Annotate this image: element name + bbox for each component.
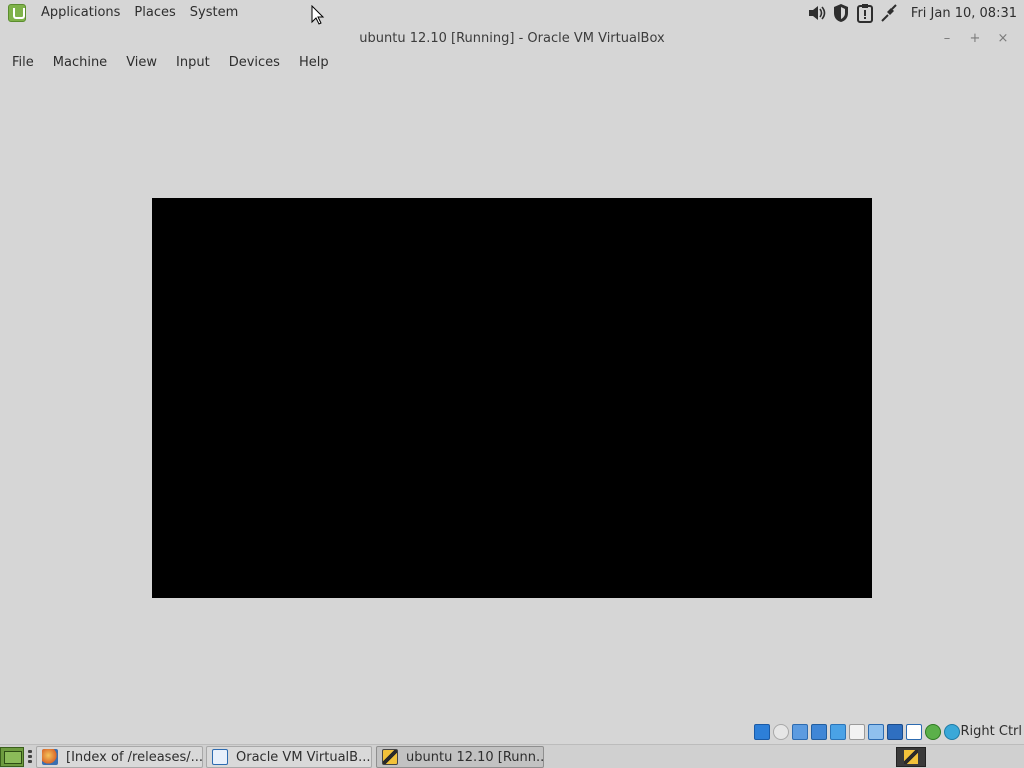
mouse-integration-icon[interactable] bbox=[925, 724, 941, 740]
menu-devices[interactable]: Devices bbox=[219, 52, 289, 74]
panel-handle[interactable] bbox=[28, 750, 32, 764]
usb-icon[interactable] bbox=[830, 724, 846, 740]
virtualbox-tray-icon[interactable] bbox=[896, 747, 926, 767]
menu-view[interactable]: View bbox=[116, 52, 166, 74]
audio-icon[interactable] bbox=[792, 724, 808, 740]
virtualbox-icon bbox=[212, 749, 228, 765]
mint-menu-icon[interactable] bbox=[8, 4, 26, 22]
network-icon[interactable] bbox=[811, 724, 827, 740]
places-menu[interactable]: Places bbox=[127, 0, 182, 26]
vm-screen[interactable] bbox=[152, 198, 872, 598]
system-tray: Fri Jan 10, 08:31 bbox=[807, 0, 1024, 26]
taskbar-item-label: ubuntu 12.10 [Runn... bbox=[406, 749, 544, 765]
shared-folders-icon[interactable] bbox=[849, 724, 865, 740]
vm-statusbar: Right Ctrl bbox=[0, 720, 1024, 744]
taskbar-item-virtualbox-manager[interactable]: Oracle VM VirtualB... bbox=[206, 746, 372, 768]
system-menu[interactable]: System bbox=[183, 0, 245, 26]
keyboard-icon[interactable] bbox=[944, 724, 960, 740]
menu-file[interactable]: File bbox=[0, 52, 43, 74]
virtualization-icon[interactable] bbox=[906, 724, 922, 740]
window-titlebar[interactable]: ubuntu 12.10 [Running] - Oracle VM Virtu… bbox=[0, 26, 1024, 52]
vm-display-area bbox=[0, 74, 1024, 720]
status-indicators bbox=[751, 724, 960, 740]
window-title: ubuntu 12.10 [Running] - Oracle VM Virtu… bbox=[359, 31, 665, 46]
close-button[interactable]: × bbox=[993, 29, 1013, 49]
taskbar-item-label: Oracle VM VirtualB... bbox=[236, 749, 371, 765]
video-capture-icon[interactable] bbox=[887, 724, 903, 740]
taskbar-item-label: [Index of /releases/... bbox=[66, 749, 203, 765]
hard-disk-icon[interactable] bbox=[754, 724, 770, 740]
network-icon[interactable] bbox=[879, 3, 899, 23]
menu-machine[interactable]: Machine bbox=[43, 52, 116, 74]
show-desktop-button[interactable] bbox=[0, 747, 24, 767]
taskbar-item-ubuntu-vm[interactable]: ubuntu 12.10 [Runn... bbox=[376, 746, 544, 768]
clock[interactable]: Fri Jan 10, 08:31 bbox=[911, 6, 1017, 21]
top-panel: Applications Places System Fri Jan 10, 0… bbox=[0, 0, 1024, 26]
applications-menu[interactable]: Applications bbox=[34, 0, 127, 26]
firefox-icon bbox=[42, 749, 58, 765]
shield-icon[interactable] bbox=[831, 3, 851, 23]
volume-icon[interactable] bbox=[807, 3, 827, 23]
virtualbox-vm-icon bbox=[382, 749, 398, 765]
mouse-cursor-icon bbox=[311, 5, 325, 25]
optical-disk-icon[interactable] bbox=[773, 724, 789, 740]
menu-help[interactable]: Help bbox=[289, 52, 338, 74]
menu-input[interactable]: Input bbox=[166, 52, 219, 74]
display-icon[interactable] bbox=[868, 724, 884, 740]
minimize-button[interactable]: – bbox=[937, 29, 957, 49]
clipboard-alert-icon[interactable] bbox=[855, 3, 875, 23]
menubar: File Machine View Input Devices Help bbox=[0, 52, 1024, 74]
maximize-button[interactable]: + bbox=[965, 29, 985, 49]
host-key-label[interactable]: Right Ctrl bbox=[961, 724, 1023, 739]
taskbar-item-firefox[interactable]: [Index of /releases/... bbox=[36, 746, 203, 768]
bottom-panel: [Index of /releases/... Oracle VM Virtua… bbox=[0, 744, 1024, 768]
